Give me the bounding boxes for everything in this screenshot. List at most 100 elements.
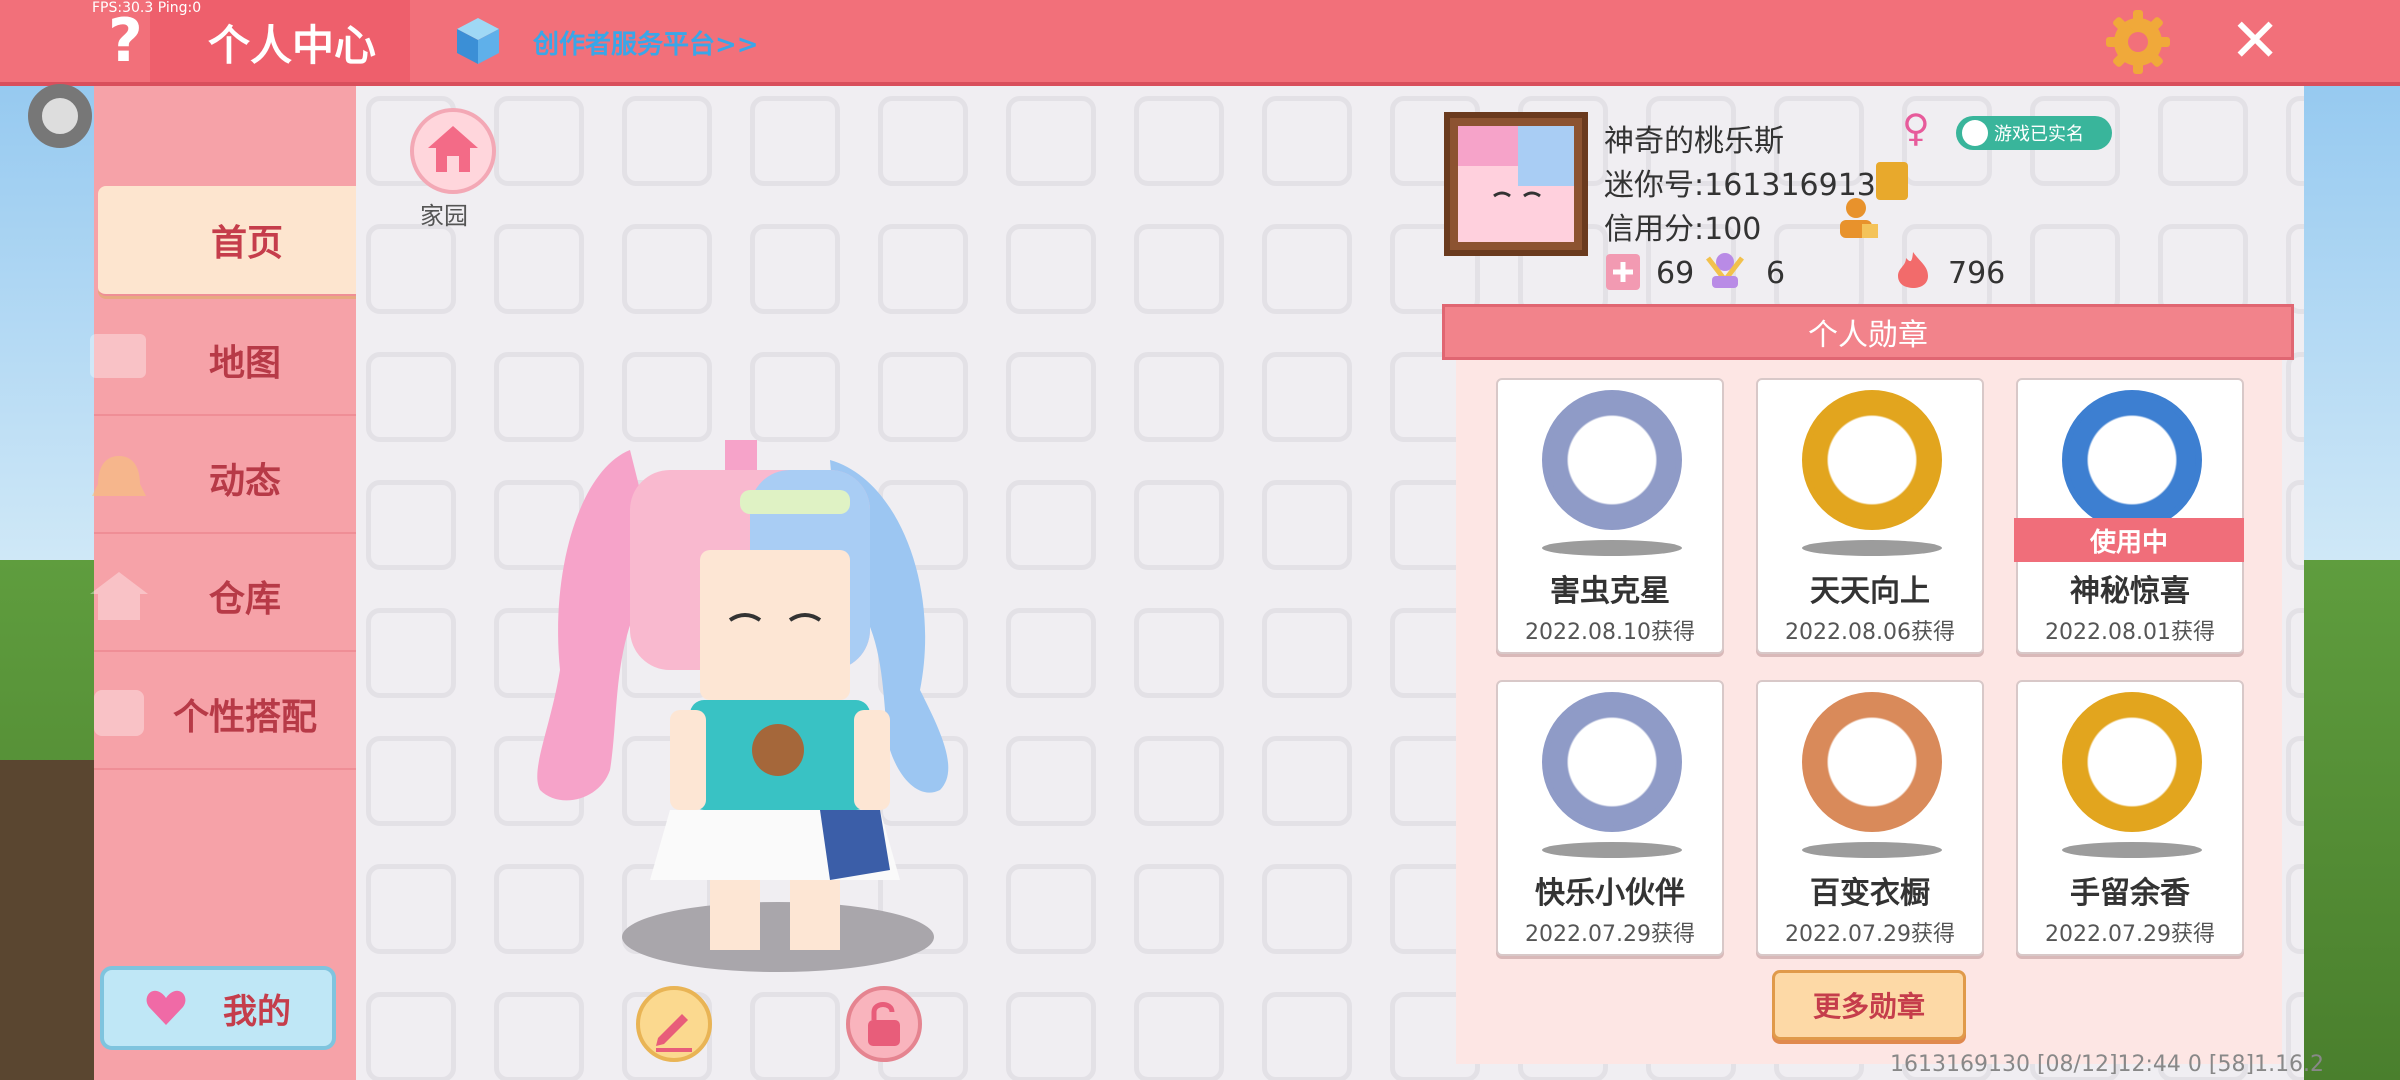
background-pattern-tile: [494, 992, 584, 1080]
sidebar-item-label: 首页: [210, 223, 283, 264]
sidebar-item-feed[interactable]: 动态: [92, 424, 356, 534]
background-pattern-tile: [1134, 480, 1224, 570]
medal-icon: [1542, 390, 1682, 530]
background-pattern-tile: [366, 992, 456, 1080]
help-icon[interactable]: ?: [108, 6, 143, 76]
background-pattern-tile: [2286, 736, 2304, 826]
background-pattern-tile: [366, 736, 456, 826]
background-pattern-tile: [1006, 608, 1096, 698]
medal-date: 2022.08.01获得: [2045, 620, 2215, 645]
background-pattern-tile: [750, 96, 840, 186]
bell-icon: [92, 456, 146, 496]
background-pattern-tile: [494, 224, 584, 314]
background-pattern-tile: [1006, 480, 1096, 570]
page-title: 个人中心: [208, 21, 377, 70]
record-button[interactable]: [28, 84, 92, 148]
sidebar-item-storage[interactable]: 仓库: [90, 542, 356, 652]
copy-icon[interactable]: [1876, 162, 1908, 200]
background-pattern-tile: [1134, 608, 1224, 698]
creator-platform-link[interactable]: 创作者服务平台>>: [533, 24, 759, 61]
medal-shadow: [1542, 842, 1682, 858]
background-pattern-tile: [366, 864, 456, 954]
medal-icon: [2062, 390, 2202, 530]
medal-shadow: [1802, 842, 1942, 858]
settings-gear-icon[interactable]: [2102, 6, 2174, 78]
sidebar-item-outfit[interactable]: 个性搭配: [94, 660, 356, 770]
mine-button[interactable]: 我的: [100, 966, 336, 1050]
medal-card[interactable]: 百变衣橱 2022.07.29获得: [1756, 680, 1984, 956]
medal-date: 2022.07.29获得: [1525, 922, 1695, 947]
background-pattern-tile: [1134, 224, 1224, 314]
background-pattern-tile: [622, 224, 712, 314]
background-pattern-tile: [2286, 480, 2304, 570]
medals-header: 个人勋章: [1442, 304, 2294, 360]
mine-button-label: 我的: [223, 991, 291, 1032]
more-medals-button[interactable]: 更多勋章: [1772, 970, 1966, 1040]
heart-icon: [146, 990, 186, 1025]
background-pattern-tile: [878, 96, 968, 186]
homeland-icon[interactable]: [410, 108, 496, 194]
sidebar-item-map[interactable]: 地图: [90, 306, 356, 416]
likes-count: 69: [1656, 256, 1695, 291]
pencil-icon: [656, 1014, 692, 1052]
background-pattern-tile: [2286, 96, 2304, 186]
avatar-character[interactable]: [520, 410, 980, 970]
background-pattern-tile: [2286, 352, 2304, 442]
close-icon[interactable]: ✕: [2230, 6, 2280, 76]
background-pattern-tile: [1134, 864, 1224, 954]
background-pattern-tile: [1262, 736, 1352, 826]
background-pattern-tile: [366, 608, 456, 698]
verified-badge[interactable]: 游戏已实名: [1956, 116, 2112, 150]
background-pattern-tile: [750, 224, 840, 314]
medal-card[interactable]: 手留余香 2022.07.29获得: [2016, 680, 2244, 956]
credit-score: 信用分:100: [1604, 212, 1762, 247]
sidebar-item-home[interactable]: 首页: [98, 186, 356, 296]
fans-icon: [1706, 253, 1744, 288]
background-pattern-tile: [1262, 608, 1352, 698]
background-pattern-tile: [1006, 736, 1096, 826]
background-pattern-tile: [2286, 224, 2304, 314]
medal-icon: [1542, 692, 1682, 832]
nickname: 神奇的桃乐斯: [1604, 124, 1784, 159]
sidebar-item-label: 个性搭配: [172, 697, 317, 738]
medal-icon: [1802, 390, 1942, 530]
fans-count: 6: [1766, 256, 1786, 291]
medal-card[interactable]: 害虫克星 2022.08.10获得: [1496, 378, 1724, 654]
fire-icon: [1898, 252, 1928, 288]
medals-area: 害虫克星 2022.08.10获得 天天向上 2022.08.06获得 使用中 神秘惊喜 2…: [1456, 360, 2282, 1064]
background-pattern-tile: [2286, 608, 2304, 698]
background-pattern-tile: [2286, 864, 2304, 954]
background-pattern-tile: [494, 96, 584, 186]
sidebar-item-label: 仓库: [208, 579, 281, 620]
background-pattern-tile: [1262, 480, 1352, 570]
sidebar: 首页 地图 动态 仓库 个性搭配: [90, 86, 356, 1080]
medal-date: 2022.08.10获得: [1525, 620, 1695, 645]
female-icon: ♀: [1902, 106, 1930, 150]
unlock-button[interactable]: [846, 986, 922, 1062]
medal-card[interactable]: 天天向上 2022.08.06获得: [1756, 378, 1984, 654]
medal-shadow: [2062, 842, 2202, 858]
background-pattern-tile: [1134, 736, 1224, 826]
medal-icon: [2062, 692, 2202, 832]
medal-name: 害虫克星: [1550, 574, 1670, 609]
medal-card[interactable]: 快乐小伙伴 2022.07.29获得: [1496, 680, 1724, 956]
background-pattern-tile: [366, 352, 456, 442]
background-pattern-tile: [750, 992, 840, 1080]
medal-name: 天天向上: [1810, 574, 1930, 609]
shirt-icon: [94, 690, 144, 736]
background-pattern-tile: [1262, 96, 1352, 186]
cube-icon: [457, 18, 499, 64]
background-pattern-tile: [1006, 992, 1096, 1080]
heat-count: 796: [1948, 256, 2006, 291]
background-pattern-tile: [1262, 224, 1352, 314]
profile-avatar: [1458, 126, 1574, 242]
unlock-icon: [868, 1002, 900, 1046]
background-pattern-tile: [366, 224, 456, 314]
medal-name: 快乐小伙伴: [1535, 876, 1685, 911]
footer-info: 1613169130 [08/12]12:44 0 [58]1.16.2: [1890, 1052, 2325, 1077]
verified-label: 游戏已实名: [1994, 124, 2084, 145]
account-icon[interactable]: [1838, 196, 1880, 240]
edit-button[interactable]: [636, 986, 712, 1062]
medal-date: 2022.08.06获得: [1785, 620, 1955, 645]
medal-card[interactable]: 使用中 神秘惊喜 2022.08.01获得: [2014, 378, 2244, 654]
